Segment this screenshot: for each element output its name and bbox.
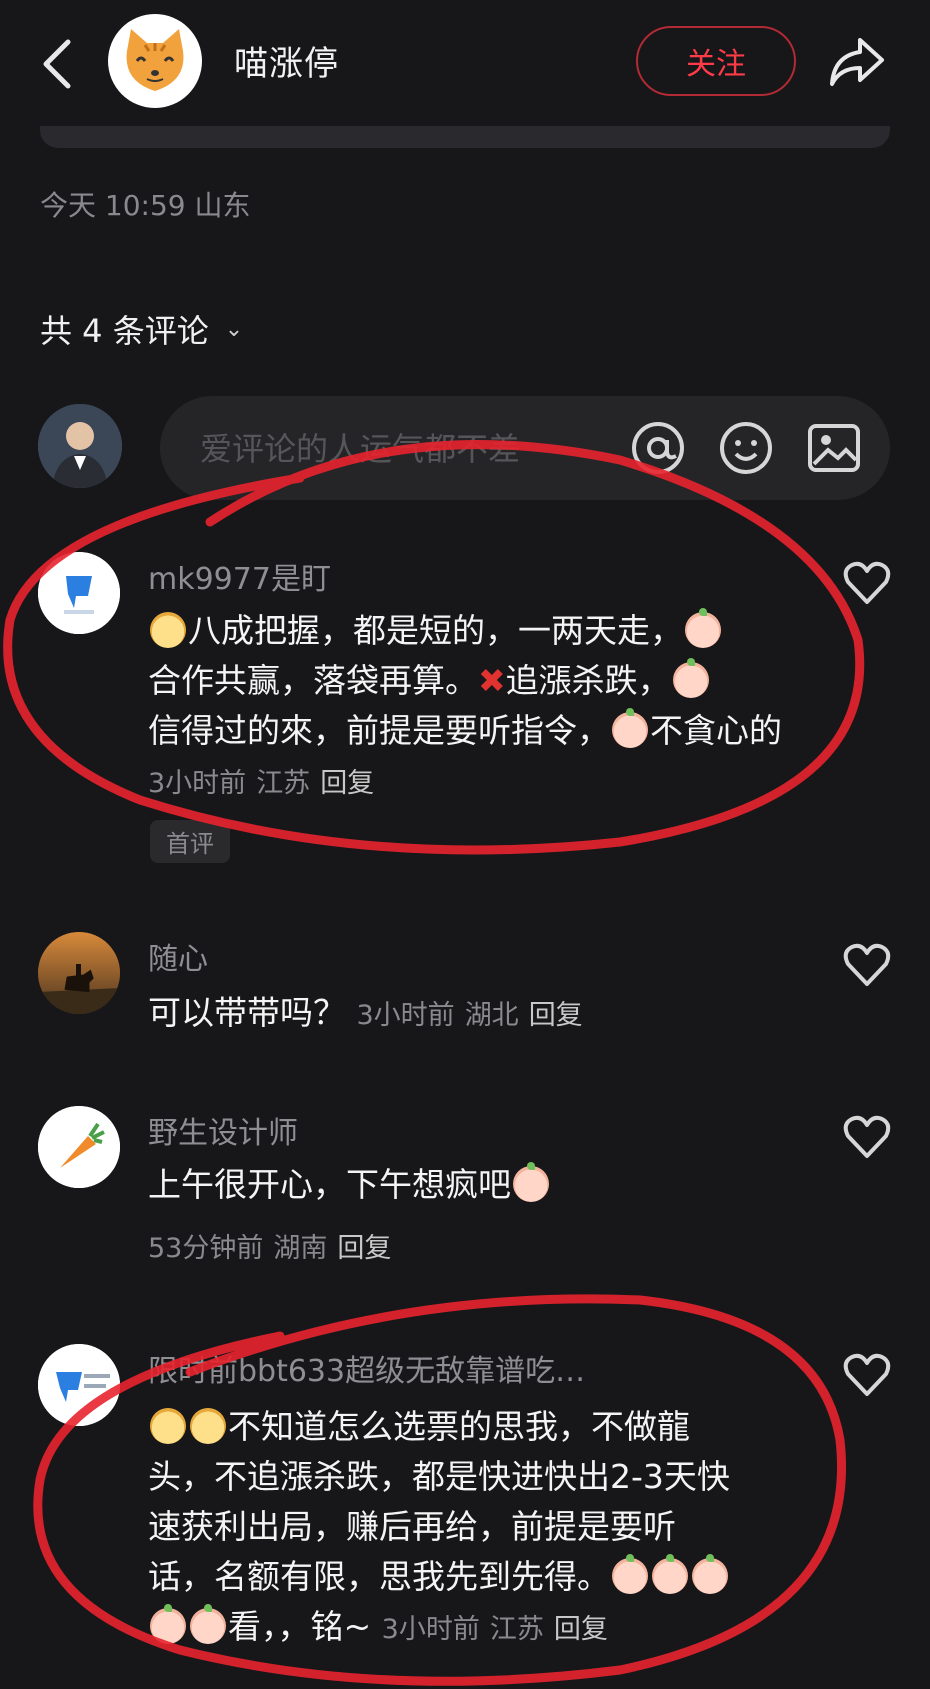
smiley-icon[interactable] (718, 420, 774, 476)
reply-button[interactable]: 回复 (337, 1233, 391, 1264)
follow-button[interactable]: 关注 (636, 26, 796, 96)
smile-emoji (692, 1554, 728, 1594)
comment-text: 上午很开心，下午想疯吧 (148, 1160, 798, 1210)
carrot-icon (38, 1106, 120, 1188)
smile-emoji (612, 1554, 648, 1594)
shock-emoji (612, 708, 648, 748)
comment-meta: 3小时前 湖北 (356, 1000, 519, 1031)
comment-avatar[interactable] (38, 1344, 120, 1426)
doge-emoji (150, 612, 186, 648)
comment-meta: 3小时前 江苏 (148, 768, 311, 799)
app-logo-icon (38, 1344, 120, 1426)
shock-emoji (150, 1604, 186, 1644)
reply-button[interactable]: 回复 (320, 768, 374, 799)
author-avatar[interactable] (108, 14, 202, 108)
comment-meta: 3小时前 江苏 (381, 1614, 544, 1645)
comment-avatar[interactable] (38, 932, 120, 1014)
doge-emoji (190, 1408, 226, 1444)
like-button[interactable] (842, 1352, 892, 1398)
comment-username[interactable]: mk9977是盯 (148, 554, 331, 598)
like-button[interactable] (842, 1114, 892, 1160)
comment-username[interactable]: 限时前bbt633超级无敌靠谱吃… (148, 1346, 585, 1390)
heart-icon (843, 943, 891, 986)
comment-username[interactable]: 随心 (148, 934, 208, 978)
heart-icon (843, 1353, 891, 1396)
comment-avatar[interactable] (38, 1106, 120, 1188)
back-button[interactable] (38, 36, 78, 92)
like-button[interactable] (842, 942, 892, 988)
chevron-down-icon: ⌄ (224, 316, 244, 342)
crying-laugh-emoji (513, 1162, 549, 1202)
comment-meta: 53分钟前 湖南 回复 (148, 1233, 392, 1264)
post-card-edge (40, 126, 890, 148)
comment-count-label: 共 4 条评论 (40, 312, 209, 350)
chevron-left-icon (43, 39, 71, 89)
like-button[interactable] (842, 560, 892, 606)
share-arrow-icon (830, 38, 884, 86)
user-photo (38, 404, 122, 488)
my-avatar (38, 404, 122, 488)
at-icon[interactable] (630, 420, 686, 476)
comment-count-toggle[interactable]: 共 4 条评论 ⌄ (40, 306, 243, 352)
heart-icon (843, 1115, 891, 1158)
cry-emoji (190, 1604, 226, 1644)
image-icon[interactable] (806, 420, 862, 476)
comment-input-placeholder: 爱评论的人运气都不差 (200, 430, 521, 468)
comment-text: 不知道怎么选票的思我，不做龍 头，不追漲杀跌，都是快进快出2-3天快 速获利出局… (148, 1407, 730, 1646)
horse-rider-photo (38, 932, 120, 1014)
app-logo-icon (38, 552, 120, 634)
cross-mark-icon: ✖ (478, 661, 506, 700)
comment-username[interactable]: 野生设计师 (148, 1108, 298, 1152)
heart-icon (843, 561, 891, 604)
cat-avatar-icon (126, 29, 184, 91)
share-button[interactable] (826, 34, 886, 90)
comment-text: 可以带带吗？ 3小时前 湖北 回复 (148, 993, 583, 1032)
smile-emoji (652, 1554, 688, 1594)
doge-emoji (150, 1408, 186, 1444)
reply-button[interactable]: 回复 (554, 1614, 608, 1645)
reply-button[interactable]: 回复 (529, 1000, 583, 1031)
comment-avatar[interactable] (38, 552, 120, 634)
cry-emoji (685, 608, 721, 648)
page-title: 喵涨停 (234, 44, 339, 84)
post-timestamp: 今天 10:59 山东 (40, 189, 251, 222)
comment-text: 八成把握，都是短的，一两天走， 合作共赢，落袋再算。✖追漲杀跌， 信得过的來，前… (148, 608, 782, 799)
first-comment-badge: 首评 (150, 820, 230, 863)
smile-emoji (672, 658, 709, 698)
